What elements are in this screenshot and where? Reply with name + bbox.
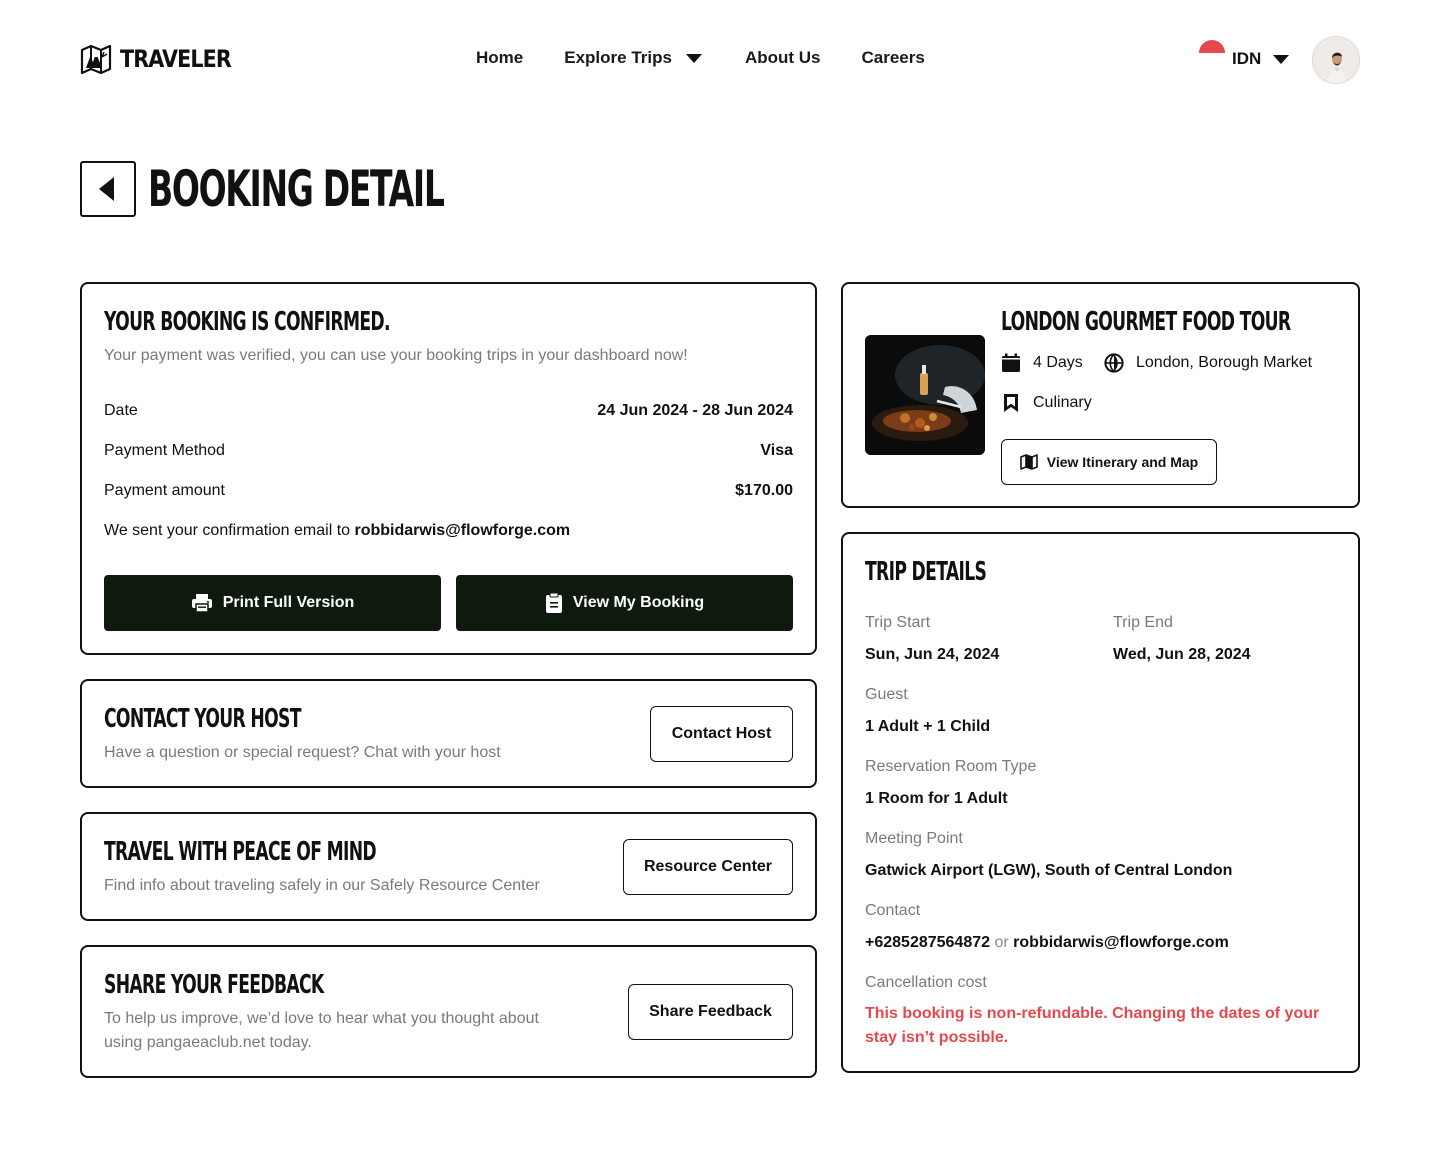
view-itinerary-button[interactable]: View Itinerary and Map (1001, 439, 1217, 485)
contact-host-card: CONTACT YOUR HOST Have a question or spe… (80, 679, 817, 788)
cancellation-warning-line2: stay isn’t possible. (865, 1029, 1009, 1046)
bookmark-icon (1004, 394, 1018, 412)
chevron-down-icon (685, 54, 702, 63)
contact-email: robbidarwis@flowforge.com (1013, 934, 1229, 951)
tour-image (865, 335, 985, 455)
nav-careers[interactable]: Careers (861, 48, 924, 68)
nav-about-label: About Us (744, 48, 821, 67)
tour-photo (865, 335, 985, 455)
view-booking-label: View My Booking (572, 594, 705, 611)
tour-card: LONDON GOURMET FOOD TOUR 4 Days London, … (841, 282, 1360, 508)
tour-category-text: Culinary (1033, 394, 1092, 411)
tour-category: Culinary (1001, 393, 1092, 413)
confirmation-email: robbidarwis@flowforge.com (354, 522, 571, 539)
room-type-value: 1 Room for 1 Adult (865, 790, 1008, 807)
nav-home-label: Home (476, 48, 524, 67)
language-code: IDN (1232, 49, 1262, 68)
print-label: Print Full Version (222, 594, 355, 611)
trip-details-card: TRIP DETAILS Trip Start Sun, Jun 24, 202… (841, 532, 1360, 1073)
logo-icon (80, 44, 112, 74)
payment-method-value: Visa (760, 442, 793, 459)
share-feedback-button[interactable]: Share Feedback (628, 984, 793, 1040)
resource-center-button[interactable]: Resource Center (623, 839, 793, 895)
trip-details-title: TRIP DETAILS (865, 557, 987, 587)
payment-amount-value: $170.00 (735, 482, 793, 499)
tour-title: LONDON GOURMET FOOD TOUR (1001, 307, 1291, 337)
payment-amount-label: Payment amount (104, 482, 225, 499)
main-nav: Home Explore Trips About Us Careers (476, 48, 925, 68)
feedback-subtitle-line1: To help us improve, we’d love to hear wh… (104, 1010, 539, 1027)
page-title: BOOKING DETAIL (148, 160, 445, 218)
nav-explore-trips[interactable]: Explore Trips (564, 48, 702, 68)
contact-host-title: CONTACT YOUR HOST (104, 704, 301, 734)
payment-method-label: Payment Method (104, 442, 225, 459)
view-itinerary-label: View Itinerary and Map (1046, 454, 1199, 470)
clipboard-icon (545, 592, 562, 613)
contact-host-button[interactable]: Contact Host (650, 706, 793, 762)
date-label: Date (104, 402, 138, 419)
meeting-point-label: Meeting Point (865, 830, 963, 847)
brand-logo[interactable]: TRAVELER (80, 44, 249, 74)
avatar-image (1313, 37, 1359, 83)
header: TRAVELER Home Explore Trips About Us Car… (0, 0, 1440, 120)
confirmed-title: YOUR BOOKING IS CONFIRMED. (104, 307, 391, 337)
map-icon (1019, 454, 1038, 470)
print-full-version-button[interactable]: Print Full Version (104, 575, 441, 631)
back-arrow-icon (99, 177, 114, 201)
tour-location: London, Borough Market (1104, 353, 1312, 373)
meeting-point-value: Gatwick Airport (LGW), South of Central … (865, 862, 1233, 879)
feedback-subtitle-line2: using pangaeaclub.net today. (104, 1034, 312, 1051)
contact-value: +6285287564872 or robbidarwis@flowforge.… (865, 934, 1229, 952)
cancellation-warning-line1: This booking is non-refundable. Changing… (865, 1005, 1320, 1022)
nav-about-us[interactable]: About Us (745, 48, 821, 68)
avatar[interactable] (1312, 36, 1360, 84)
feedback-card: SHARE YOUR FEEDBACK To help us improve, … (80, 945, 817, 1078)
room-type-label: Reservation Room Type (865, 758, 1037, 775)
tour-duration-text: 4 Days (1033, 354, 1083, 371)
tour-duration: 4 Days (1001, 353, 1083, 373)
contact-or: or (994, 934, 1009, 951)
flag-icon (1199, 40, 1225, 66)
tour-location-text: London, Borough Market (1136, 354, 1313, 371)
language-selector[interactable]: IDN (1199, 40, 1290, 72)
calendar-icon (1002, 353, 1020, 372)
booking-confirmed-card: YOUR BOOKING IS CONFIRMED. Your payment … (80, 282, 817, 655)
globe-icon (1104, 353, 1124, 373)
feedback-title: SHARE YOUR FEEDBACK (104, 970, 324, 1000)
guest-label: Guest (865, 686, 908, 703)
confirmed-subtitle: Your payment was verified, you can use y… (104, 347, 688, 364)
brand-name: TRAVELER (120, 45, 232, 73)
contact-label: Contact (865, 902, 921, 919)
trip-start-label: Trip Start (865, 614, 931, 631)
trip-end-label: Trip End (1113, 614, 1173, 631)
peace-title: TRAVEL WITH PEACE OF MIND (104, 837, 377, 867)
contact-host-subtitle: Have a question or special request? Chat… (104, 744, 501, 761)
email-prefix: We sent your confirmation email to (104, 522, 351, 539)
date-value: 24 Jun 2024 - 28 Jun 2024 (597, 402, 793, 419)
contact-phone: +6285287564872 (865, 934, 991, 951)
guest-value: 1 Adult + 1 Child (865, 718, 991, 735)
trip-end-value: Wed, Jun 28, 2024 (1113, 646, 1251, 663)
peace-of-mind-card: TRAVEL WITH PEACE OF MIND Find info abou… (80, 812, 817, 921)
nav-careers-label: Careers (861, 48, 925, 67)
confirmation-email-text: We sent your confirmation email to robbi… (104, 522, 570, 540)
nav-explore-label: Explore Trips (564, 48, 672, 67)
cancellation-warning: This booking is non-refundable. Changing… (865, 1002, 1345, 1050)
chevron-down-icon (1273, 55, 1290, 64)
printer-icon (191, 594, 212, 613)
trip-start-value: Sun, Jun 24, 2024 (865, 646, 1000, 663)
cancellation-label: Cancellation cost (865, 974, 987, 991)
view-my-booking-button[interactable]: View My Booking (456, 575, 793, 631)
nav-home[interactable]: Home (476, 48, 523, 68)
back-button[interactable] (80, 161, 136, 217)
peace-subtitle: Find info about traveling safely in our … (104, 877, 540, 894)
